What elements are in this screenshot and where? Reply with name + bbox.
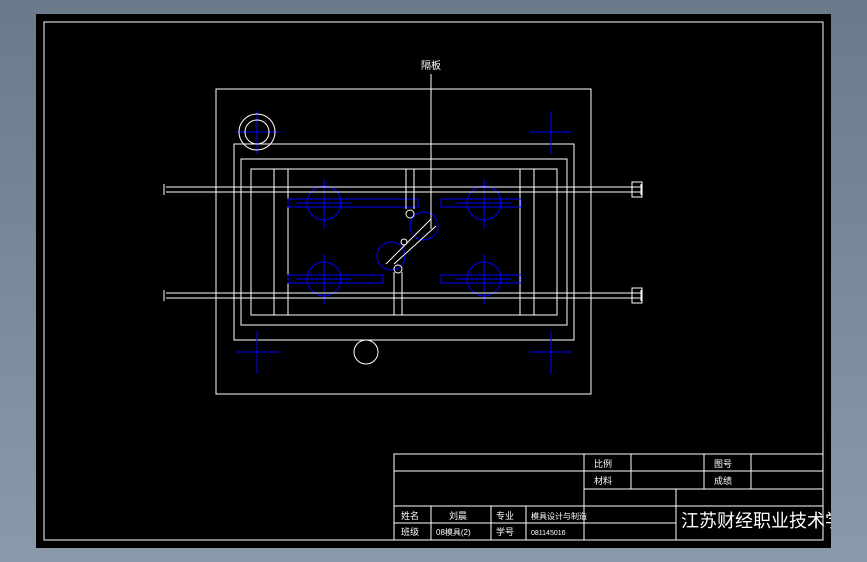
class-value: 08模具(2) xyxy=(436,527,471,537)
material-label: 材料 xyxy=(594,475,612,486)
drawing-no-label: 图号 xyxy=(714,459,732,469)
name-value: 刘晨 xyxy=(449,510,467,521)
mold-assembly xyxy=(164,74,642,394)
title-block: 比例 图号 材料 成绩 姓名 刘晨 专业 模具设计与制造 班级 08模具(2) … xyxy=(394,454,831,540)
grade-label: 成绩 xyxy=(714,475,732,486)
center-marks xyxy=(236,111,572,374)
name-label: 姓名 xyxy=(401,510,419,521)
outer-border xyxy=(44,22,823,540)
annotation-label: 隔板 xyxy=(421,59,441,72)
major-value: 模具设计与制造 xyxy=(531,511,587,521)
school-name: 江苏财经职业技术学院 xyxy=(681,511,831,531)
ratio-label: 比例 xyxy=(594,458,612,469)
cad-drawing-canvas: 隔板 比例 图号 材料 xyxy=(36,14,831,548)
class-label: 班级 xyxy=(401,526,419,537)
major-label: 专业 xyxy=(496,510,514,521)
student-id-value: 081145016 xyxy=(531,530,566,537)
student-id-label: 学号 xyxy=(496,526,514,537)
